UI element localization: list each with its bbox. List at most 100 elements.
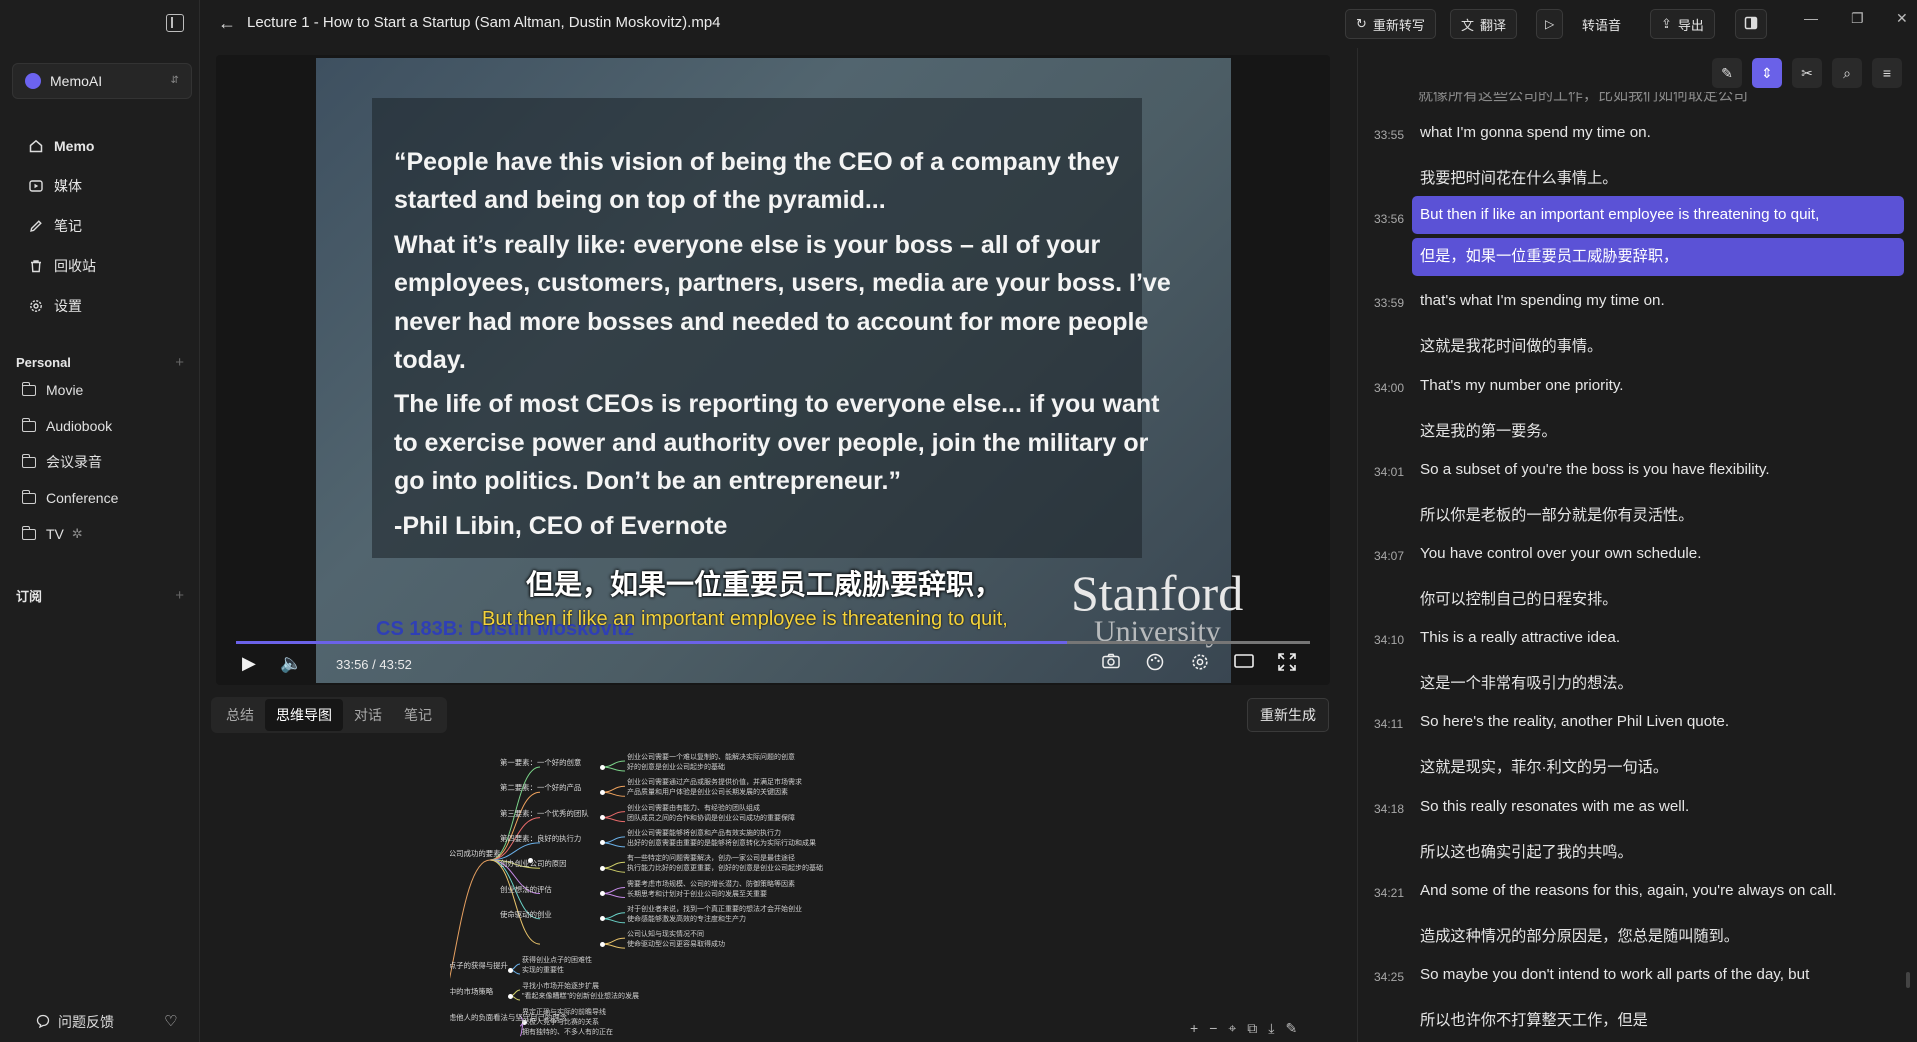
transcript-chinese[interactable]: 你可以控制自己的日程安排。 (1412, 587, 1625, 609)
tab-summary[interactable]: 总结 (215, 699, 265, 731)
feedback-button[interactable]: 问题反馈 (36, 1012, 114, 1032)
edit-icon[interactable]: ✎ (1285, 1020, 1297, 1037)
minimize-icon[interactable]: — (1804, 10, 1818, 26)
mindmap-leaf-node[interactable]: 寻找小市场开始逐步扩展 (522, 981, 599, 991)
mindmap-leaf-node[interactable]: 有一些特定的问题需要解决，创办一家公司是最佳途径 (627, 853, 795, 863)
play-icon[interactable]: ▶ (242, 653, 256, 674)
camera-icon[interactable] (1102, 653, 1120, 674)
search-icon[interactable]: ⌕ (1832, 58, 1862, 88)
folder-item-meeting[interactable]: 会议录音 (16, 444, 190, 480)
panel-toggle-button[interactable] (1735, 9, 1767, 39)
zoom-out-icon[interactable]: − (1209, 1020, 1217, 1037)
mindmap-leaf-node[interactable]: 获得创业点子的困难性 (522, 955, 592, 965)
mindmap-leaf-node[interactable]: 实现的重要性 (522, 965, 564, 975)
mindmap-branch-node[interactable]: 第四要素：良好的执行力 (500, 833, 581, 844)
mindmap-branch-node[interactable]: 第一要素：一个好的创意 (500, 757, 581, 768)
mindmap-leaf-node[interactable]: 创业公司需要通过产品或服务提供价值，并满足市场需求 (627, 777, 802, 787)
mindmap-leaf-node[interactable]: 使命驱动型公司更容易取得成功 (627, 939, 725, 949)
mindmap-leaf-node[interactable]: 创业公司需要一个难以复制的、能解决实际问题的创意 (627, 752, 795, 762)
transcript-chinese[interactable]: 造成这种情况的部分原因是，您总是随叫随到。 (1412, 924, 1747, 946)
transcript-chinese[interactable]: 这是我的第一要务。 (1412, 419, 1565, 441)
video-player[interactable]: “People have this vision of being the CE… (216, 55, 1330, 685)
mindmap-leaf-node[interactable]: 公司认知与现实情况不同 (627, 929, 704, 939)
transcript-english[interactable]: So a subset of you're the boss is you ha… (1412, 461, 1778, 478)
transcript-english[interactable]: You have control over your own schedule. (1412, 545, 1709, 562)
download-icon[interactable]: ⤓ (1268, 1020, 1274, 1037)
fit-view-icon[interactable]: ⌖ (1228, 1020, 1236, 1037)
zoom-in-icon[interactable]: + (1190, 1020, 1198, 1037)
transcript-chinese[interactable]: 我要把时间花在什么事情上。 (1412, 166, 1625, 188)
transcript-english[interactable]: So here's the reality, another Phil Live… (1412, 713, 1737, 730)
close-icon[interactable]: ✕ (1896, 10, 1908, 27)
volume-icon[interactable]: 🔈 (280, 653, 302, 674)
edit-pencil-icon[interactable]: ✎ (1712, 58, 1742, 88)
bilingual-toggle-icon[interactable]: ⇕ (1752, 58, 1782, 88)
folder-item-audiobook[interactable]: Audiobook (16, 408, 190, 444)
menu-icon[interactable]: ≡ (1872, 58, 1902, 88)
palette-icon[interactable] (1146, 653, 1164, 676)
add-folder-icon[interactable]: + (175, 354, 184, 371)
mindmap-leaf-node[interactable]: 创业公司需要能够将创意和产品有效实施的执行力 (627, 828, 781, 838)
transcript-chinese[interactable]: 这是一个非常有吸引力的想法。 (1412, 671, 1641, 693)
workspace-selector[interactable]: MemoAI ⇵ (12, 63, 192, 99)
nav-item-notes[interactable]: 笔记 (16, 206, 190, 246)
mindmap-branch-node[interactable]: 创办创业公司的原因 (500, 858, 567, 869)
transcript-english[interactable]: And some of the reasons for this, again,… (1412, 882, 1845, 899)
nav-item-settings[interactable]: 设置 (16, 286, 190, 326)
timestamp[interactable]: 33:55 (1374, 128, 1410, 142)
timestamp[interactable]: 34:18 (1374, 802, 1410, 816)
nav-item-trash[interactable]: 回收站 (16, 246, 190, 286)
folder-item-movie[interactable]: Movie (16, 372, 190, 408)
timestamp[interactable]: 33:59 (1374, 296, 1410, 310)
mindmap-branch-node[interactable]: 创业点子的获得与提升 (450, 960, 508, 971)
mindmap-leaf-node[interactable]: 对于创业者来说，找到一个真正重要的想法才会开始创业 (627, 904, 802, 914)
fullscreen-icon[interactable] (1278, 653, 1296, 676)
mindmap-leaf-node[interactable]: 长期思考和计划对于创业公司的发展至关重要 (627, 889, 767, 899)
folder-item-conference[interactable]: Conference (16, 480, 190, 516)
export-button[interactable]: ⇪ 导出 (1650, 9, 1715, 39)
scissors-icon[interactable]: ✂ (1792, 58, 1822, 88)
settings-gear-icon[interactable] (1191, 653, 1209, 676)
progress-bar[interactable] (236, 641, 1310, 644)
mindmap-leaf-node[interactable]: 需要考虑市场规模、公司的增长潜力、防御策略等因素 (627, 879, 795, 889)
mindmap-leaf-node[interactable]: 出好的创意需要由重要的是能够将创意转化为实际行动和成果 (627, 838, 816, 848)
tab-mindmap[interactable]: 思维导图 (265, 699, 343, 731)
translate-button[interactable]: 文 翻译 (1450, 9, 1518, 39)
timestamp[interactable]: 34:07 (1374, 549, 1410, 563)
transcript-english[interactable]: This is a really attractive idea. (1412, 629, 1628, 646)
transcript-scrollbar[interactable] (1906, 972, 1910, 988)
timestamp[interactable]: 34:01 (1374, 465, 1410, 479)
timestamp[interactable]: 34:25 (1374, 970, 1410, 984)
timestamp[interactable]: 33:56 (1374, 212, 1410, 226)
transcript-chinese[interactable]: 但是，如果一位重要员工威胁要辞职， (1412, 238, 1904, 277)
mindmap-branch-node[interactable]: 使命驱动的创业 (500, 909, 552, 920)
add-subscription-icon[interactable]: + (175, 587, 184, 604)
mindmap-leaf-node[interactable]: 团队成员之间的合作和协调是创业公司成功的重要保障 (627, 813, 795, 823)
transcript-chinese[interactable]: 这就是我花时间做的事情。 (1412, 334, 1610, 356)
transcript-chinese[interactable]: 所以这也确实引起了我的共鸣。 (1412, 840, 1641, 862)
copy-icon[interactable]: ⧉ (1247, 1020, 1257, 1037)
transcript-english[interactable]: So this really resonates with me as well… (1412, 798, 1697, 815)
heart-icon[interactable]: ♡ (164, 1012, 177, 1030)
transcript-english[interactable]: That's my number one priority. (1412, 377, 1632, 394)
tab-notes[interactable]: 笔记 (393, 699, 443, 731)
transcript-english[interactable]: what I'm gonna spend my time on. (1412, 124, 1659, 141)
restore-icon[interactable]: ❐ (1851, 10, 1864, 27)
transcript-english[interactable]: that's what I'm spending my time on. (1412, 292, 1673, 309)
timestamp[interactable]: 34:11 (1374, 717, 1410, 731)
to-speech-button[interactable]: 转语音 (1572, 9, 1631, 39)
regenerate-button[interactable]: 重新生成 (1247, 698, 1329, 732)
nav-item-media[interactable]: 媒体 (16, 166, 190, 206)
mindmap-branch-node[interactable]: 创业想法的评估 (500, 884, 552, 895)
timestamp[interactable]: 34:10 (1374, 633, 1410, 647)
mindmap-root-node[interactable]: 创业公司成功的要素 (450, 848, 501, 859)
timestamp[interactable]: 34:00 (1374, 381, 1410, 395)
mindmap-leaf-node[interactable]: 界定正确与实际的前瞻导线 (522, 1007, 606, 1017)
mindmap-leaf-node[interactable]: 创业公司需要由有能力、有经验的团队组成 (627, 803, 760, 813)
mindmap-branch-node[interactable]: 创业中的市场策略 (450, 986, 493, 997)
mindmap-branch-node[interactable]: 第三要素：一个优秀的团队 (500, 808, 589, 819)
transcript-english[interactable]: But then if like an important employee i… (1412, 196, 1904, 235)
retranscribe-button[interactable]: ↻ 重新转写 (1345, 9, 1436, 39)
mindmap-leaf-node[interactable]: 执行能力比好的创意更重要，创好的创意是创业公司起步的基础 (627, 863, 823, 873)
transcript-english[interactable]: So maybe you don't intend to work all pa… (1412, 966, 1817, 983)
